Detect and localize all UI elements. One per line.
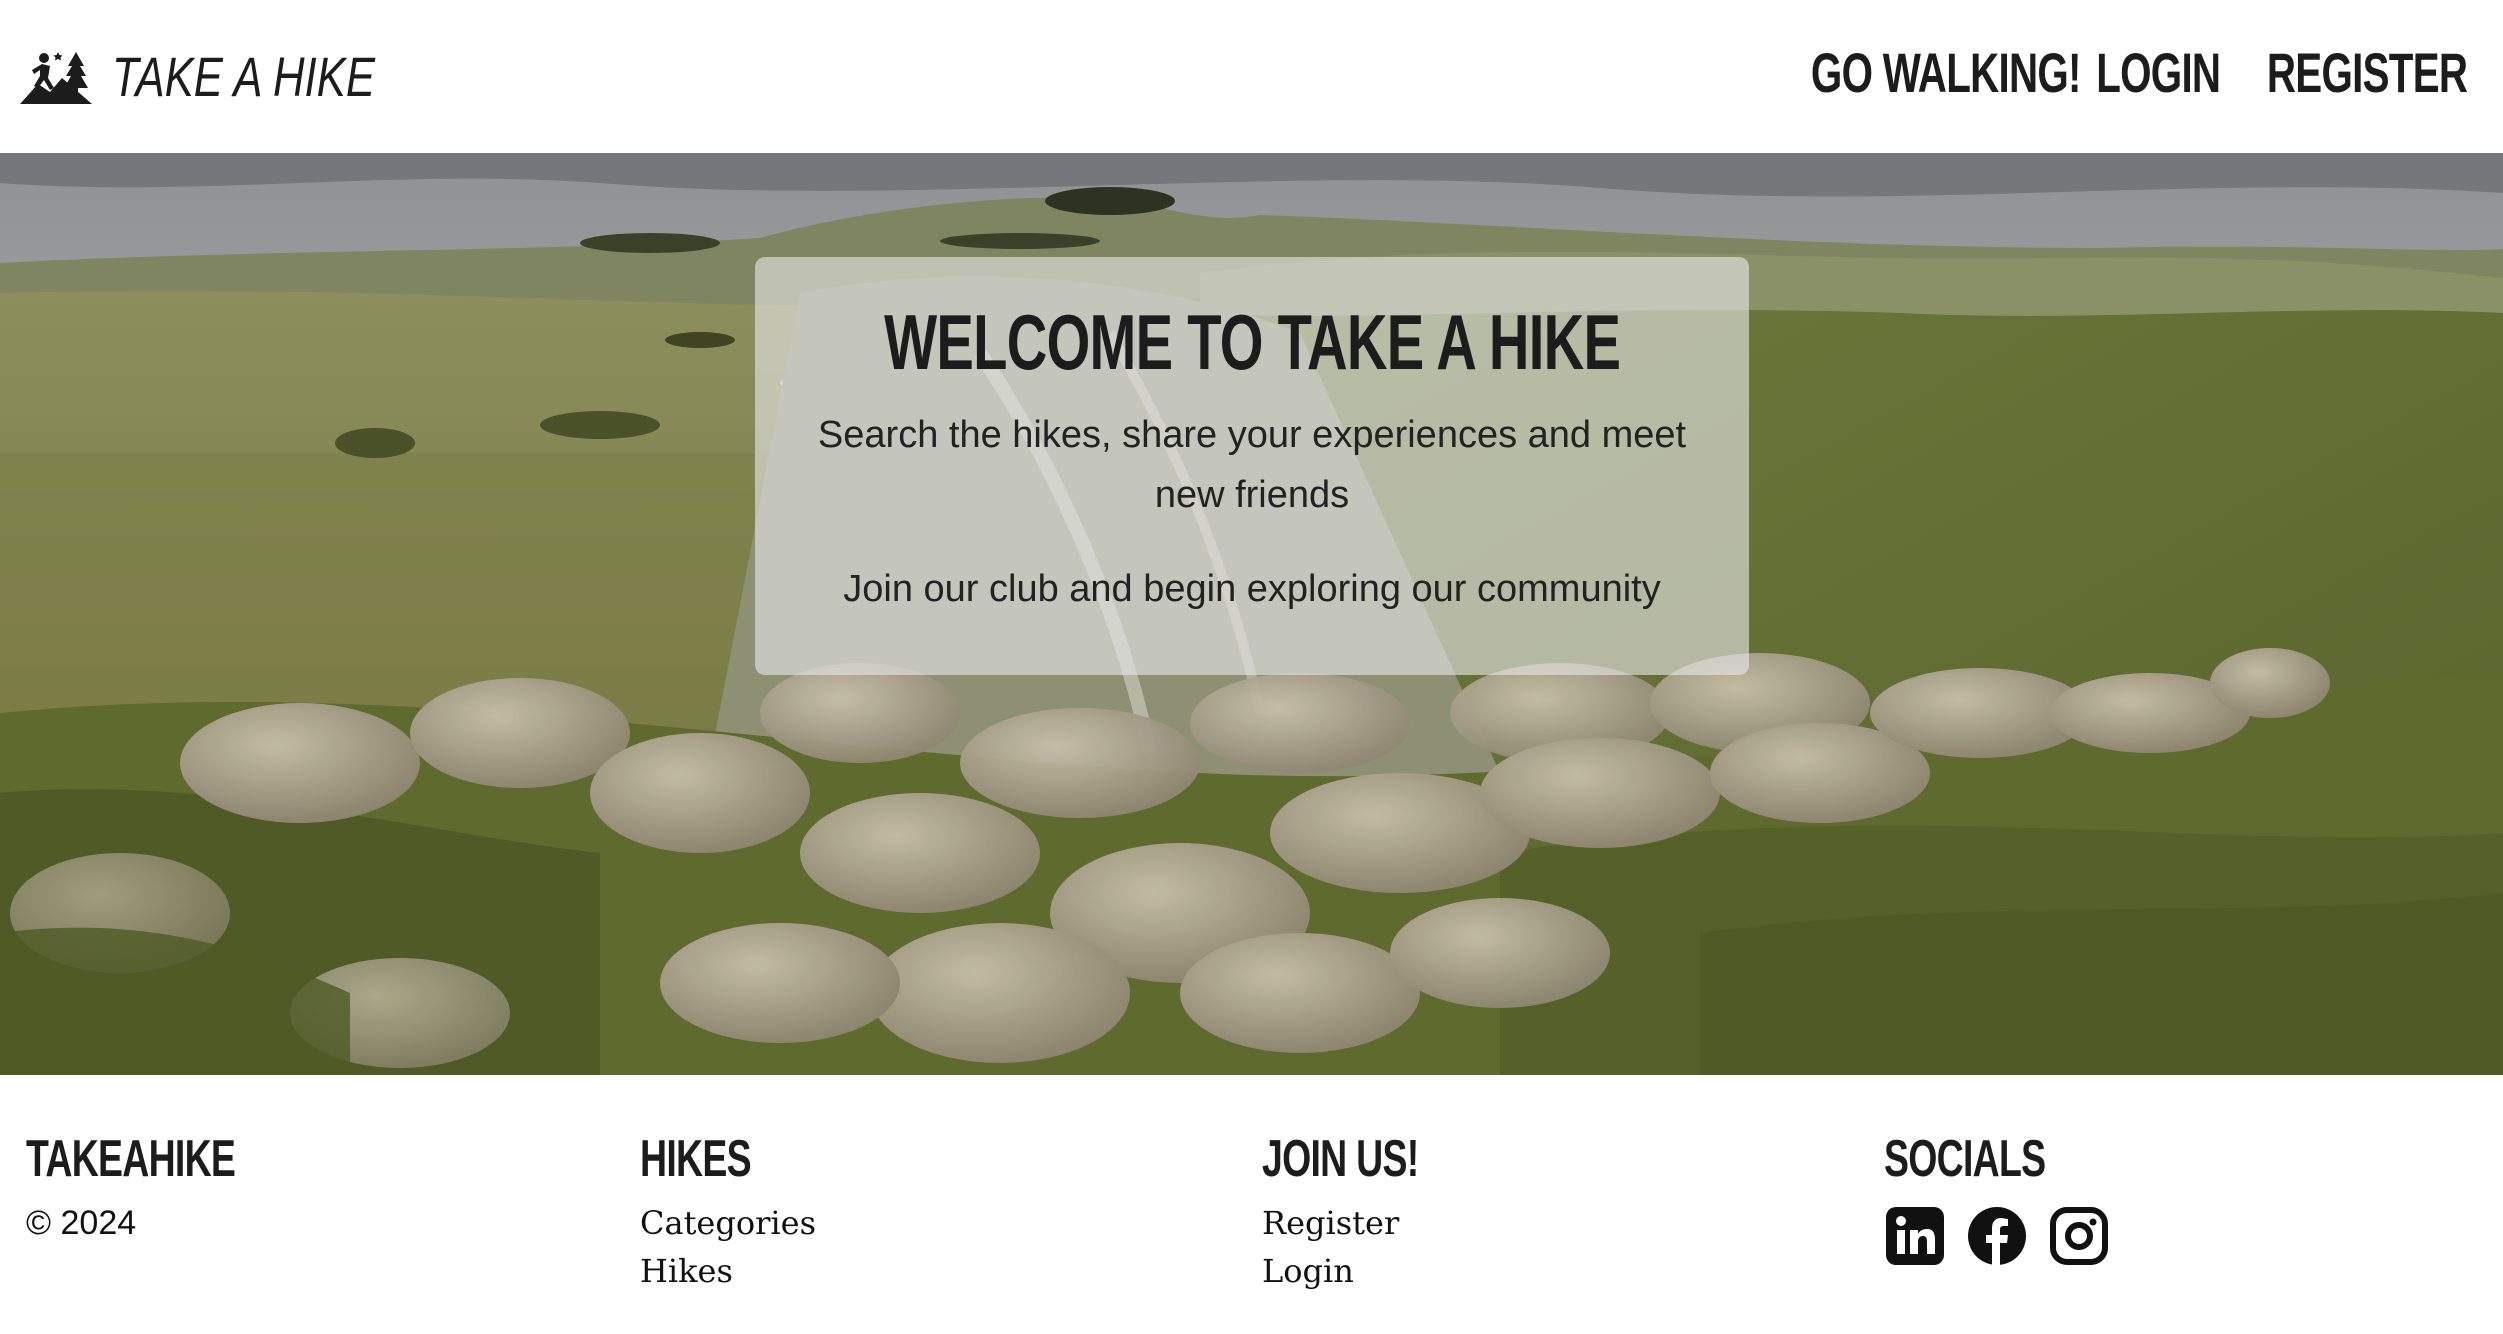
welcome-join-text: Join our club and begin exploring our co… (843, 568, 1661, 610)
brand-link[interactable]: TAKE A HIKE (20, 44, 449, 108)
site-footer: TAKEAHIKE © 2024 HIKES Categories Hikes … (0, 1075, 2503, 1334)
welcome-subtitle: Search the hikes, share your experiences… (817, 414, 1687, 516)
copyright-text: © 2024 (26, 1204, 137, 1242)
footer-link-login[interactable]: Login (1262, 1247, 1479, 1295)
nav-login[interactable]: LOGIN (2097, 40, 2222, 105)
facebook-icon (1968, 1207, 2026, 1265)
main-nav: GO WALKING! LOGIN REGISTER (1742, 40, 2468, 105)
footer-link-register[interactable]: Register (1262, 1199, 1479, 1247)
instagram-icon (2050, 1207, 2108, 1265)
site-header: TAKE A HIKE GO WALKING! LOGIN REGISTER (0, 0, 2503, 153)
linkedin-icon (1886, 1207, 1944, 1265)
footer-socials-column: SOCIALS (1884, 1127, 2110, 1267)
footer-hikes-heading: HIKES (640, 1130, 752, 1188)
linkedin-link[interactable] (1884, 1205, 1946, 1267)
footer-brand-column: TAKEAHIKE © 2024 (26, 1127, 316, 1247)
nav-register[interactable]: REGISTER (2267, 40, 2468, 105)
footer-hikes-column: HIKES Categories Hikes (640, 1127, 816, 1295)
footer-brand-heading: TAKEAHIKE (26, 1130, 236, 1188)
welcome-title: WELCOME TO TAKE A HIKE (883, 298, 1621, 386)
footer-socials-heading: SOCIALS (1884, 1130, 2046, 1188)
hero-section: WELCOME TO TAKE A HIKE Search the hikes,… (0, 153, 2503, 1075)
footer-link-hikes[interactable]: Hikes (640, 1247, 816, 1295)
social-links (1884, 1205, 2110, 1267)
hiker-logo-icon (20, 52, 92, 104)
footer-join-column: JOIN US! Register Login (1262, 1127, 1479, 1295)
nav-go-walking[interactable]: GO WALKING! (1811, 40, 2082, 105)
footer-link-categories[interactable]: Categories (640, 1199, 816, 1247)
facebook-link[interactable] (1966, 1205, 2028, 1267)
brand-name: TAKE A HIKE (112, 44, 375, 108)
instagram-link[interactable] (2048, 1205, 2110, 1267)
footer-join-heading: JOIN US! (1262, 1130, 1419, 1188)
welcome-card: WELCOME TO TAKE A HIKE Search the hikes,… (755, 257, 1749, 675)
